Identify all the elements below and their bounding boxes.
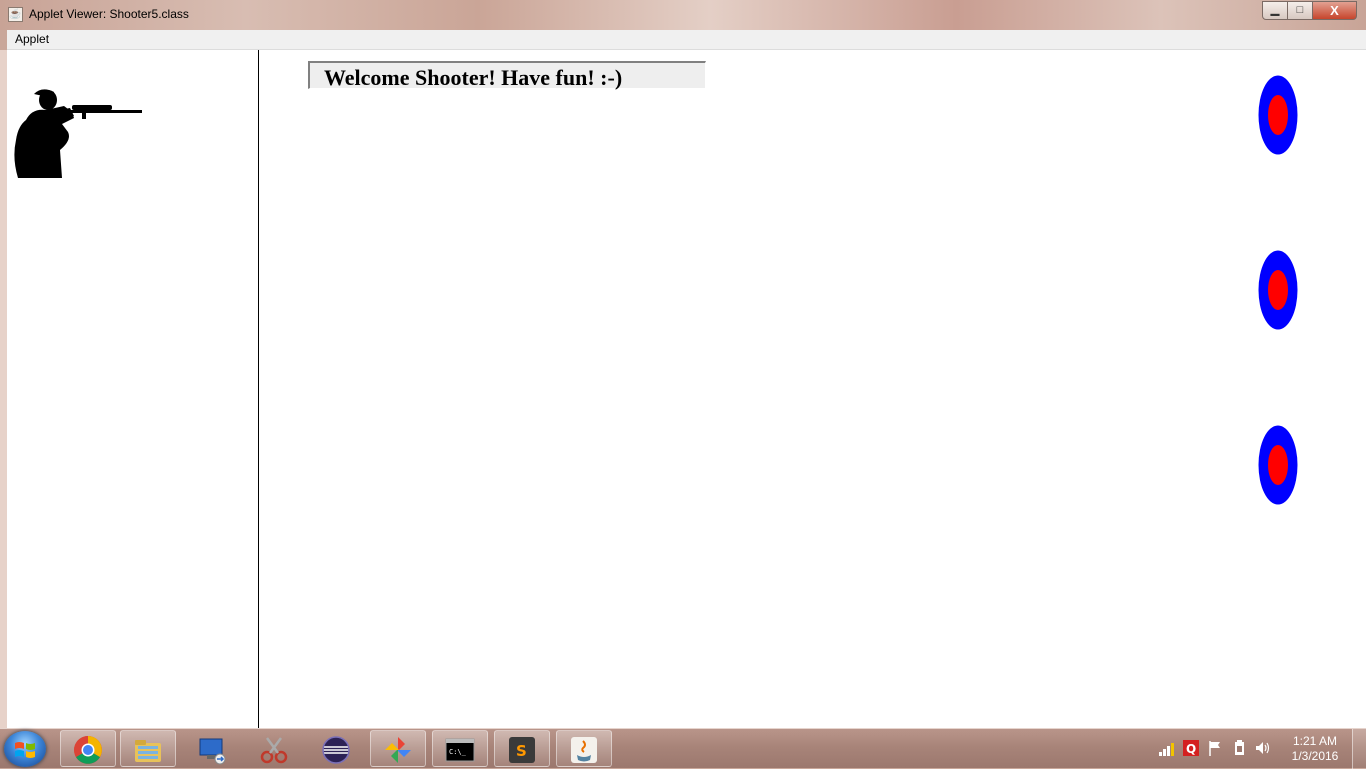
start-button[interactable] xyxy=(4,731,46,767)
svg-text:C:\_: C:\_ xyxy=(449,748,467,756)
show-desktop-button[interactable] xyxy=(1352,729,1366,769)
taskbar-sublime[interactable]: S xyxy=(494,730,550,767)
file-explorer-icon xyxy=(135,740,161,762)
minimize-button[interactable]: ▁ xyxy=(1262,1,1288,20)
remote-desktop-icon xyxy=(199,738,226,765)
q-app-icon[interactable]: Q xyxy=(1182,739,1200,757)
taskbar-snipping-tool[interactable] xyxy=(246,730,302,767)
taskbar: C:\_ S Q 1:21 AM 1/3/2016 xyxy=(0,728,1366,769)
network-signal-icon[interactable] xyxy=(1158,739,1176,757)
java-applet-icon: ☕ xyxy=(8,7,23,22)
sublime-text-icon: S xyxy=(509,737,535,763)
svg-text:Q: Q xyxy=(1186,742,1196,756)
svg-text:S: S xyxy=(516,742,527,760)
taskbar-java[interactable] xyxy=(556,730,612,767)
target-2[interactable] xyxy=(1258,250,1298,330)
target-1[interactable] xyxy=(1258,75,1298,155)
close-button[interactable]: X xyxy=(1313,1,1357,20)
taskbar-remote-desktop[interactable] xyxy=(184,730,240,767)
command-prompt-icon: C:\_ xyxy=(445,738,475,762)
taskbar-clock[interactable]: 1:21 AM 1/3/2016 xyxy=(1284,734,1346,764)
window-title-bar[interactable]: ☕ Applet Viewer: Shooter5.class ▁ □ X xyxy=(0,0,1366,30)
panel-divider xyxy=(258,50,259,728)
google-photos-icon xyxy=(385,737,411,763)
taskbar-eclipse[interactable] xyxy=(308,730,364,767)
volume-icon[interactable] xyxy=(1254,739,1272,757)
taskbar-chrome[interactable] xyxy=(60,730,116,767)
snipping-tool-icon xyxy=(260,737,288,764)
chrome-icon xyxy=(74,736,102,764)
target-3-bullseye xyxy=(1268,445,1288,485)
menu-bar: Applet xyxy=(7,30,1366,50)
window-title: Applet Viewer: Shooter5.class xyxy=(29,7,189,21)
welcome-banner-text: Welcome Shooter! Have fun! :-) xyxy=(324,65,623,90)
target-2-bullseye xyxy=(1268,270,1288,310)
clock-time: 1:21 AM xyxy=(1292,734,1338,748)
system-tray: Q xyxy=(1158,739,1272,759)
window-left-border xyxy=(0,50,7,728)
power-icon[interactable] xyxy=(1230,739,1248,757)
eclipse-icon xyxy=(322,736,350,764)
welcome-banner: Welcome Shooter! Have fun! :-) xyxy=(308,61,706,90)
window-controls: ▁ □ X xyxy=(1262,1,1357,20)
maximize-button[interactable]: □ xyxy=(1288,1,1313,20)
target-3[interactable] xyxy=(1258,425,1298,505)
applet-canvas[interactable]: Welcome Shooter! Have fun! :-) xyxy=(7,50,1366,728)
rifle-shooter-icon[interactable] xyxy=(12,88,142,178)
clock-date: 1/3/2016 xyxy=(1291,749,1339,763)
windows-logo-icon xyxy=(15,742,35,758)
flag-icon[interactable] xyxy=(1206,739,1224,757)
target-1-bullseye xyxy=(1268,95,1288,135)
taskbar-explorer[interactable] xyxy=(120,730,176,767)
taskbar-photos[interactable] xyxy=(370,730,426,767)
taskbar-cmd[interactable]: C:\_ xyxy=(432,730,488,767)
menu-applet[interactable]: Applet xyxy=(15,32,49,46)
java-icon xyxy=(571,737,597,763)
